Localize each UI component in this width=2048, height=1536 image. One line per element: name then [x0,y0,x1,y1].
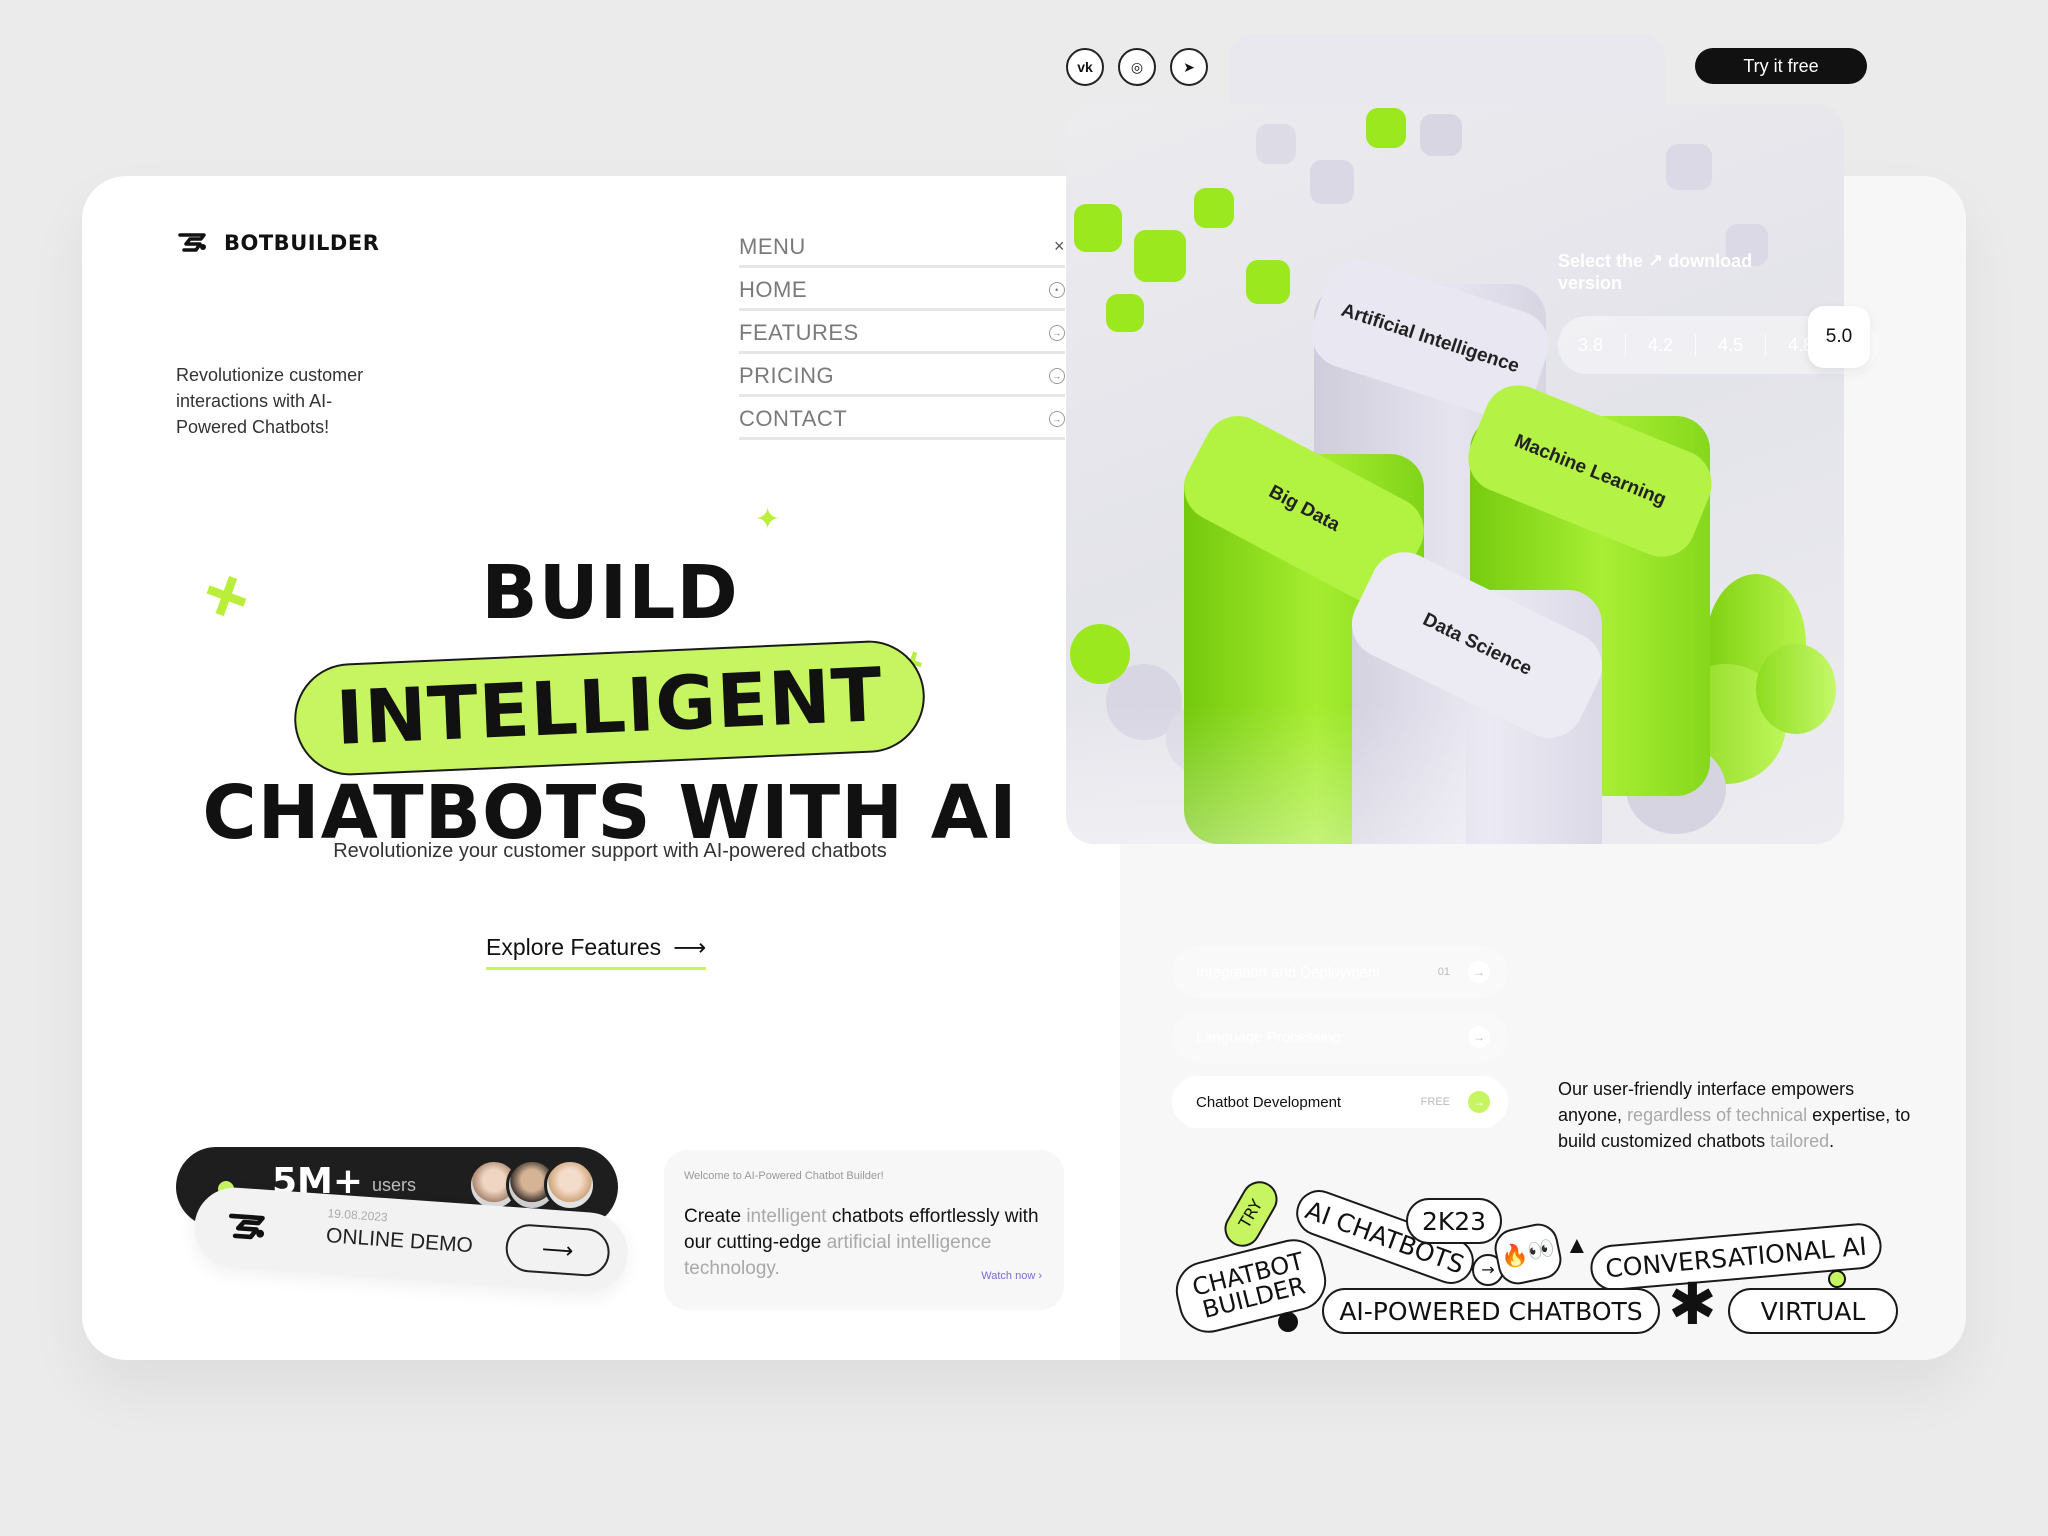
circle-arrow-icon: → [1049,324,1065,341]
divider [1765,334,1767,356]
chip-label: Language Processing [1196,1028,1342,1046]
headline-line-1: BUILD [481,550,739,636]
main-menu: MENU × HOME • FEATURES → PRICING → CONTA… [739,228,1065,443]
friendly-text-part: . [1829,1131,1835,1151]
tagline: Revolutionize customer interactions with… [176,365,364,437]
close-icon[interactable]: × [1054,236,1065,257]
hero-3d-illustration: Artificial Intelligence Machine Learning… [1066,104,1844,844]
triangle-icon: ▲ [1565,1232,1589,1259]
hero-subtitle: Revolutionize your customer support with… [333,840,887,862]
circle-arrow-icon: → [1049,410,1065,427]
download-heading: Select the ↗ download version [1558,251,1753,293]
welcome-text-highlight: intelligent [746,1206,827,1227]
arrow-right-icon: → [1468,1026,1490,1048]
circle-dot-icon: • [1049,281,1065,298]
menu-item-label: FEATURES [739,319,859,345]
decor-dot [1828,1270,1846,1288]
bot-logo-icon [228,1213,265,1240]
decor-cylinder [1070,624,1130,684]
decor-cube [1246,260,1290,304]
telegram-icon[interactable]: ➤ [1170,48,1208,86]
decor-cube [1420,114,1462,156]
arrow-right-icon: ⟶ [673,934,707,960]
explore-features-link[interactable]: Explore Features ⟶ [486,934,707,970]
hero-headline: BUILD INTELLIGENT CHATBOTS WITH AI [192,556,1028,850]
explore-features-label: Explore Features [486,934,662,960]
welcome-caption: Welcome to AI-Powered Chatbot Builder! [684,1170,884,1182]
version-option-active[interactable]: 5.0 [1808,306,1870,368]
menu-item-label: HOME [739,276,807,302]
decor-cube [1074,204,1122,252]
watch-now-link[interactable]: Watch now › [981,1270,1042,1282]
asterisk-icon: ✱ [1668,1272,1717,1337]
vk-icon[interactable]: vk [1066,48,1104,86]
users-label: users [372,1175,417,1195]
menu-item-pricing[interactable]: PRICING → [739,357,1065,397]
version-option[interactable]: 4.5 [1718,335,1743,356]
version-option[interactable]: 3.8 [1578,335,1603,356]
frosted-overlay [1066,704,1466,844]
decor-dot [1278,1312,1298,1332]
menu-item-label: CONTACT [739,405,848,431]
social-links: vk ◎ ➤ [1066,48,1208,86]
brand-name: BOTBUILDER [224,231,380,255]
menu-title: MENU [739,233,806,259]
decor-cube [1106,294,1144,332]
menu-item-home[interactable]: HOME • [739,271,1065,311]
decor-cube [1194,188,1234,228]
chip-integration[interactable]: Integration and Deployment 01 → [1172,946,1508,998]
decor-cube [1310,160,1354,204]
circle-arrow-icon: → [1049,367,1065,384]
decor-cube [1366,108,1406,148]
bot-logo-icon [178,233,206,252]
arrow-right-icon: → [1468,961,1490,983]
brand-logo[interactable]: BOTBUILDER [176,230,379,256]
menu-item-label: PRICING [739,362,835,388]
avatar [544,1159,596,1211]
chip-label: Integration and Deployment [1196,963,1381,981]
friendly-text-highlight: tailored [1770,1131,1830,1151]
menu-item-features[interactable]: FEATURES → [739,314,1065,354]
chip-tag: FREE [1420,1096,1450,1108]
avatar-group [468,1159,596,1211]
friendly-text-highlight: regardless of technical [1627,1105,1808,1125]
menu-header: MENU × [739,228,1065,268]
sparkle-icon: ✦ [755,503,781,536]
tower-label: Machine Learning [1458,375,1722,567]
try-it-free-button[interactable]: Try it free [1695,48,1867,84]
menu-item-contact[interactable]: CONTACT → [739,400,1065,440]
welcome-text-part: Create [684,1206,747,1227]
decor-cube [1134,230,1186,282]
instagram-icon[interactable]: ◎ [1118,48,1156,86]
demo-arrow-button[interactable]: ⟶ [504,1222,612,1278]
decor-cylinder [1756,644,1836,734]
chip-label: Chatbot Development [1196,1093,1342,1111]
version-option[interactable]: 4.2 [1648,335,1673,356]
sticker-virtual: VIRTUAL [1728,1288,1898,1334]
headline-line-3: CHATBOTS WITH AI [202,770,1018,856]
welcome-card: Welcome to AI-Powered Chatbot Builder! C… [664,1150,1064,1310]
chip-tag: 01 [1437,966,1450,978]
arrow-right-icon: → [1468,1091,1490,1113]
chip-language-processing[interactable]: Language Processing → [1172,1011,1508,1063]
demo-label: ONLINE DEMO [325,1224,474,1258]
decor-cube [1666,144,1712,190]
chip-chatbot-development[interactable]: Chatbot Development FREE → [1172,1076,1508,1128]
divider [1695,334,1697,356]
demo-date: 19.08.2023 [327,1206,389,1225]
headline-highlight-pill: INTELLIGENT [292,638,928,778]
decor-cube [1256,124,1296,164]
sticker-ai-powered-chatbots: AI-POWERED CHATBOTS [1322,1288,1660,1334]
sticker-2k23: 2K23 [1406,1198,1502,1244]
divider [1625,334,1627,356]
friendly-description: Our user-friendly interface empowers any… [1558,1076,1918,1154]
